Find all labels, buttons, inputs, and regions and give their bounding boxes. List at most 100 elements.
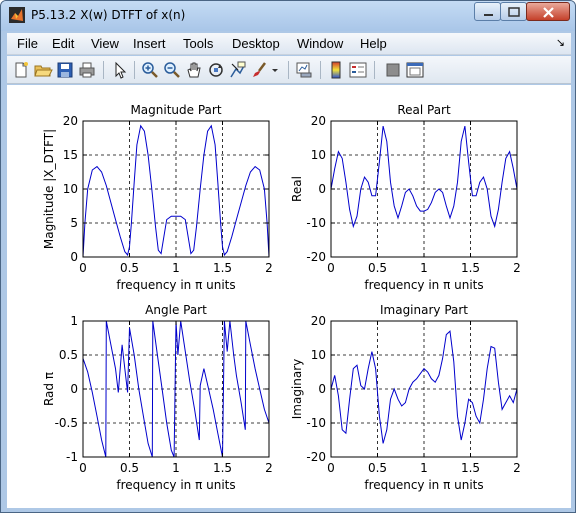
toolbar-separator — [320, 61, 321, 79]
magnitude-x-tick-label: 1 — [172, 261, 180, 275]
imaginary-y-tick-label: 10 — [311, 348, 326, 362]
close-icon — [543, 7, 554, 18]
pan-hand-icon[interactable] — [184, 60, 204, 80]
menu-window[interactable]: Window — [297, 36, 343, 51]
real-y-tick-label: 20 — [311, 114, 326, 128]
imaginary-x-tick-label: 1 — [420, 461, 428, 475]
figure-toolbar — [7, 56, 571, 84]
magnitude-y-tick-label: 5 — [70, 216, 78, 230]
figure-plots: 0 0.5 1 1.5 205101520Magnitude Partfrequency… — [42, 103, 521, 492]
real-x-tick-label: 1 — [420, 261, 428, 275]
imaginary-x-tick-label: 1.5 — [461, 461, 480, 475]
real-x-label: frequency in π units — [364, 278, 483, 292]
window-title: P5.13.2 X(w) DTFT of x(n) — [31, 8, 186, 22]
open-file-icon[interactable] — [33, 60, 53, 80]
angle-x-tick-label: 2 — [265, 461, 273, 475]
figure-window: P5.13.2 X(w) DTFT of x(n) File Edit View… — [0, 0, 576, 513]
imaginary-x-tick-label: 0.5 — [368, 461, 387, 475]
rotate-3d-icon[interactable] — [206, 60, 226, 80]
menu-view[interactable]: View — [91, 36, 119, 51]
angle-x-tick-label: 1 — [172, 461, 180, 475]
toolbar-separator — [288, 61, 289, 79]
real-x-tick-label: 2 — [513, 261, 521, 275]
real-title: Real Part — [397, 103, 451, 117]
menu-tools[interactable]: Tools — [183, 36, 213, 51]
menu-file[interactable]: File — [17, 36, 38, 51]
angle-y-tick-label: 1 — [70, 314, 78, 328]
magnitude-y-tick-label: 20 — [63, 114, 78, 128]
real-y-tick-label: -20 — [306, 250, 326, 264]
real-y-tick-label: 10 — [311, 148, 326, 162]
angle-y-tick-label: 0.5 — [59, 348, 78, 362]
title-bar[interactable]: P5.13.2 X(w) DTFT of x(n) — [1, 1, 575, 31]
magnitude-x-tick-label: 2 — [265, 261, 273, 275]
data-cursor-icon[interactable] — [228, 60, 248, 80]
imaginary-x-label: frequency in π units — [364, 478, 483, 492]
angle-y-tick-label: 0 — [70, 382, 78, 396]
angle-y-tick-label: -0.5 — [55, 416, 78, 430]
print-icon[interactable] — [77, 60, 97, 80]
menu-bar: File Edit View Insert Tools Desktop Wind… — [7, 33, 571, 55]
magnitude-y-tick-label: 15 — [63, 148, 78, 162]
show-plot-tools-icon[interactable] — [405, 60, 425, 80]
magnitude-y-tick-label: 0 — [70, 250, 78, 264]
angle-x-tick-label: 1.5 — [213, 461, 232, 475]
imaginary-y-tick-label: 20 — [311, 314, 326, 328]
imaginary-x-tick-label: 0 — [327, 461, 335, 475]
magnitude-axes[interactable]: 0 0.5 1 1.5 205101520Magnitude Partfrequency… — [42, 103, 273, 292]
angle-x-tick-label: 0 — [79, 461, 87, 475]
brush-dropdown-icon[interactable] — [270, 60, 282, 80]
magnitude-y-tick-label: 10 — [63, 182, 78, 196]
minimize-button[interactable] — [474, 2, 501, 21]
angle-x-label: frequency in π units — [116, 478, 235, 492]
zoom-in-icon[interactable] — [140, 60, 160, 80]
magnitude-x-tick-label: 1.5 — [213, 261, 232, 275]
magnitude-x-tick-label: 0 — [79, 261, 87, 275]
imaginary-title: Imaginary Part — [380, 303, 468, 317]
angle-y-label: Rad π — [42, 372, 56, 406]
figure-canvas: 0 0.5 1 1.5 2 0 5 10 15 20 Magnitude Part frequency… — [7, 85, 571, 508]
real-y-tick-label: -10 — [306, 216, 326, 230]
imaginary-y-tick-label: 0 — [318, 382, 326, 396]
link-plot-icon[interactable] — [294, 60, 314, 80]
save-icon[interactable] — [55, 60, 75, 80]
menu-desktop[interactable]: Desktop — [232, 36, 280, 51]
real-axes[interactable]: 0 0.5 1 1.5 2 -20 -10 0 10 20 Real Part frequency i… — [290, 103, 521, 292]
zoom-out-icon[interactable] — [162, 60, 182, 80]
menu-edit[interactable]: Edit — [52, 36, 74, 51]
real-x-tick-label: 0 — [327, 261, 335, 275]
maximize-icon — [508, 7, 520, 17]
magnitude-y-label: Magnitude |X_DTFT| — [42, 129, 56, 249]
imaginary-y-tick-label: -20 — [306, 450, 326, 464]
real-y-tick-label: 0 — [318, 182, 326, 196]
matlab-logo-icon — [9, 7, 25, 23]
angle-x-tick-label: 0.5 — [120, 461, 139, 475]
new-figure-icon[interactable] — [11, 60, 31, 80]
menu-insert[interactable]: Insert — [133, 36, 166, 51]
real-x-tick-label: 0.5 — [368, 261, 387, 275]
brush-icon[interactable] — [250, 60, 270, 80]
menu-help[interactable]: Help — [360, 36, 387, 51]
magnitude-x-tick-label: 0.5 — [120, 261, 139, 275]
imaginary-y-label: Imaginary — [290, 359, 304, 420]
minimize-icon — [484, 14, 493, 16]
maximize-button[interactable] — [500, 2, 527, 21]
imaginary-y-tick-label: -10 — [306, 416, 326, 430]
edit-plot-arrow-icon[interactable] — [109, 60, 129, 80]
magnitude-x-label: frequency in π units — [116, 278, 235, 292]
toolbar-separator — [374, 61, 375, 79]
real-y-label: Real — [290, 176, 304, 202]
angle-y-tick-label: -1 — [66, 450, 78, 464]
imaginary-x-tick-label: 2 — [513, 461, 521, 475]
angle-axes[interactable]: 0 0.5 1 1.5 2 -1 -0.5 0 0.5 1 Angle Part frequency … — [42, 303, 273, 492]
hide-plot-tools-icon[interactable] — [383, 60, 403, 80]
legend-icon[interactable] — [348, 60, 368, 80]
toolbar-separator — [134, 61, 135, 79]
magnitude-title: Magnitude Part — [130, 103, 221, 117]
real-x-tick-label: 1.5 — [461, 261, 480, 275]
imaginary-axes[interactable]: 0 0.5 1 1.5 2 -20 -10 0 10 20 Imaginary Part freque… — [290, 303, 521, 492]
angle-title: Angle Part — [145, 303, 207, 317]
close-button[interactable] — [526, 2, 570, 21]
colorbar-icon[interactable] — [326, 60, 346, 80]
dock-arrow-icon[interactable]: ↘ — [556, 36, 565, 49]
